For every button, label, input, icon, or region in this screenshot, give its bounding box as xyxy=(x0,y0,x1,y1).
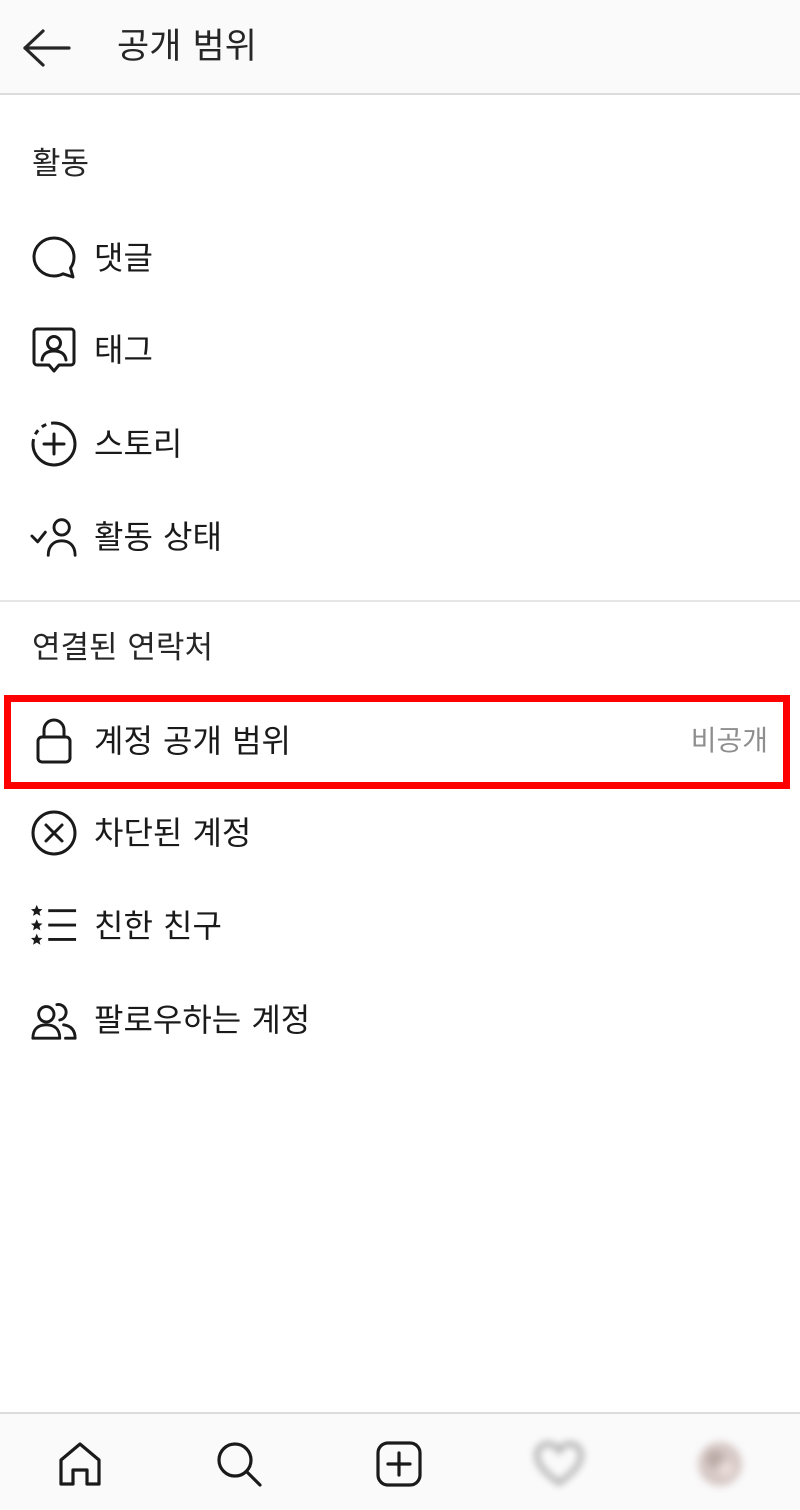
activity-status-icon xyxy=(30,513,78,561)
top-app-bar: 공개 범위 xyxy=(0,0,800,95)
menu-item-label: 팔로우하는 계정 xyxy=(94,1001,311,1039)
privacy-value: 비공개 xyxy=(690,724,768,757)
page-title: 공개 범위 xyxy=(117,27,257,67)
comment-icon xyxy=(30,234,78,282)
people-icon xyxy=(30,996,78,1044)
menu-item-label: 계정 공개 범위 xyxy=(94,722,291,760)
menu-item-following-accounts[interactable]: 팔로우하는 계정 xyxy=(0,974,800,1066)
section-title-activity: 활동 xyxy=(32,146,90,182)
story-add-icon xyxy=(30,420,78,468)
tag-person-icon xyxy=(30,326,78,374)
section-title-connections: 연결된 연락처 xyxy=(32,630,213,666)
profile-avatar-icon[interactable] xyxy=(690,1434,750,1494)
menu-item-label: 친한 친구 xyxy=(94,907,222,945)
menu-item-comments[interactable]: 댓글 xyxy=(0,212,800,304)
activity-heart-icon[interactable] xyxy=(529,1434,589,1494)
menu-item-activity-status[interactable]: 활동 상태 xyxy=(0,491,800,583)
search-icon[interactable] xyxy=(209,1434,269,1494)
menu-item-label: 스토리 xyxy=(94,425,183,463)
blocked-x-icon xyxy=(30,809,78,857)
back-button[interactable] xyxy=(18,22,74,74)
menu-item-account-privacy[interactable]: 계정 공개 범위 비공개 xyxy=(0,695,800,787)
home-icon[interactable] xyxy=(50,1434,110,1494)
menu-item-story[interactable]: 스토리 xyxy=(0,398,800,490)
menu-item-label: 차단된 계정 xyxy=(94,814,252,852)
arrow-left-icon xyxy=(21,28,71,68)
menu-item-tags[interactable]: 태그 xyxy=(0,304,800,396)
close-friends-list-icon xyxy=(30,902,78,950)
add-post-icon[interactable] xyxy=(369,1434,429,1494)
menu-item-label: 태그 xyxy=(94,331,153,369)
menu-item-close-friends[interactable]: 친한 친구 xyxy=(0,880,800,972)
menu-item-label: 활동 상태 xyxy=(94,518,222,556)
section-divider xyxy=(0,600,800,602)
menu-item-blocked-accounts[interactable]: 차단된 계정 xyxy=(0,787,800,879)
lock-icon xyxy=(30,717,78,765)
menu-item-label: 댓글 xyxy=(94,239,153,277)
bottom-tab-bar xyxy=(0,1412,800,1510)
